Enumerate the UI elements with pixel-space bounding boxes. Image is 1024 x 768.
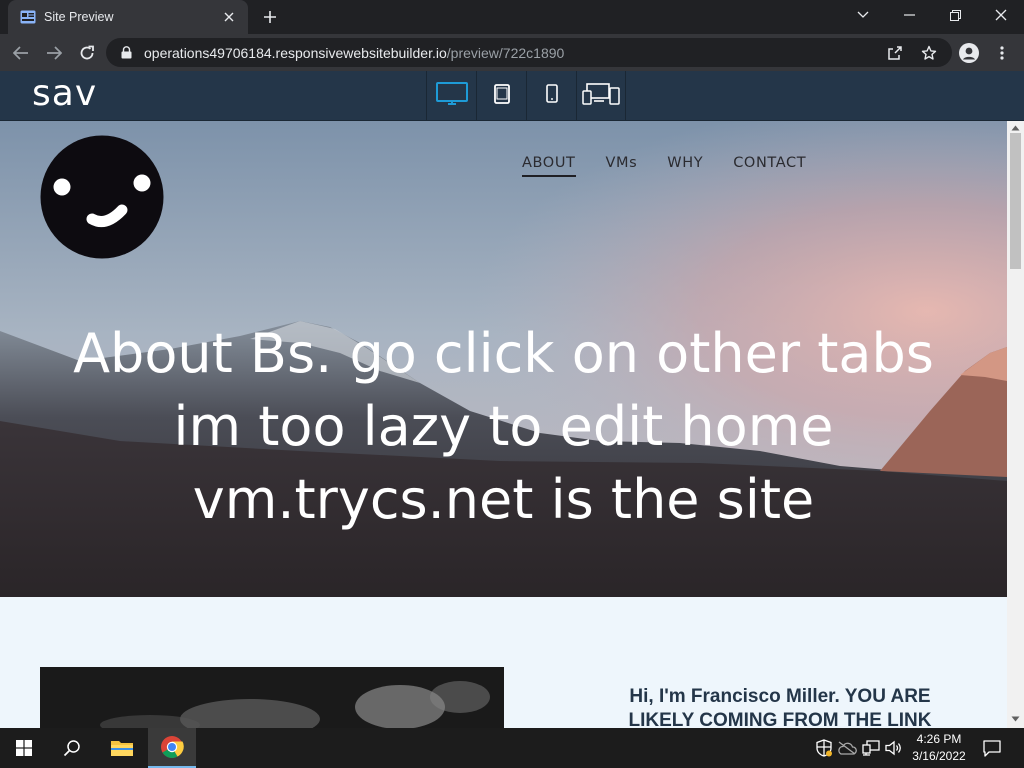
hero-line: About Bs. go click on other tabs <box>73 322 934 385</box>
close-window-icon[interactable] <box>978 0 1024 30</box>
windows-security-icon[interactable] <box>814 738 834 758</box>
scroll-up-arrow-icon[interactable] <box>1011 124 1020 132</box>
site-main-nav: ABOUT VMs WHY CONTACT <box>522 155 836 177</box>
phone-view-button[interactable] <box>526 71 576 121</box>
builder-preview-bar: sav <box>0 71 1024 121</box>
multi-device-icon <box>582 82 620 110</box>
notification-center-icon[interactable] <box>982 738 1002 758</box>
new-tab-plus-icon[interactable] <box>258 6 282 28</box>
clock-date: 3/16/2022 <box>912 749 966 763</box>
about-section: Hi, I'm Francisco Miller. YOU ARE LIKELY… <box>0 597 1007 728</box>
forward-arrow-icon[interactable] <box>41 40 67 66</box>
nav-link-why[interactable]: WHY <box>667 155 703 177</box>
profile-photo <box>40 667 504 728</box>
browser-tab-strip: Site Preview <box>0 0 1024 34</box>
back-arrow-icon[interactable] <box>8 40 34 66</box>
taskbar-clock[interactable]: 4:26 PM 3/16/2022 <box>908 731 970 765</box>
device-switcher <box>426 71 626 121</box>
smiley-logo-icon[interactable] <box>40 135 164 259</box>
reload-icon[interactable] <box>74 40 100 66</box>
site-preview-viewport: ABOUT VMs WHY CONTACT About Bs. go click… <box>0 121 1024 728</box>
scroll-thumb[interactable] <box>1010 133 1021 269</box>
page-scrollbar[interactable] <box>1007 121 1024 728</box>
tab-search-chevron-icon[interactable] <box>840 0 886 30</box>
desktop-icon <box>435 81 468 111</box>
clock-time: 4:26 PM <box>916 732 962 746</box>
file-explorer-icon[interactable] <box>98 728 146 768</box>
chrome-icon[interactable] <box>148 728 196 768</box>
desktop-view-button[interactable] <box>426 71 476 121</box>
nav-link-about[interactable]: ABOUT <box>522 155 576 177</box>
bookmark-star-icon[interactable] <box>920 44 938 62</box>
browser-toolbar: operations49706184.responsivewebsitebuil… <box>0 34 1024 71</box>
windows-start-icon[interactable] <box>0 728 48 768</box>
intro-line: LIKELY COMING FROM THE LINK <box>628 710 932 728</box>
all-devices-view-button[interactable] <box>576 71 626 121</box>
restore-icon[interactable] <box>932 0 978 30</box>
onedrive-offline-icon[interactable] <box>837 738 857 758</box>
url-path: /preview/722c1890 <box>446 44 565 61</box>
chrome-menu-icon[interactable] <box>989 40 1015 66</box>
tablet-view-button[interactable] <box>476 71 526 121</box>
volume-icon[interactable] <box>884 738 904 758</box>
nav-link-contact[interactable]: CONTACT <box>733 155 806 177</box>
site-preview-favicon-icon <box>20 9 36 25</box>
profile-avatar-icon[interactable] <box>956 40 982 66</box>
hero-line: im too lazy to edit home <box>173 395 834 458</box>
scroll-down-arrow-icon[interactable] <box>1011 715 1020 723</box>
hero-line: vm.trycs.net is the site <box>192 468 815 531</box>
address-bar[interactable]: operations49706184.responsivewebsitebuil… <box>106 38 952 67</box>
tab-close-icon[interactable] <box>220 8 238 26</box>
tablet-icon <box>493 83 510 109</box>
tab-title: Site Preview <box>44 10 114 24</box>
search-icon[interactable] <box>48 728 96 768</box>
minimize-icon[interactable] <box>886 0 932 30</box>
builder-logo: sav <box>32 73 98 114</box>
network-icon[interactable] <box>861 738 881 758</box>
intro-line: Hi, I'm Francisco Miller. YOU ARE <box>629 686 931 707</box>
hero-section: ABOUT VMs WHY CONTACT About Bs. go click… <box>0 121 1007 597</box>
phone-icon <box>545 84 558 108</box>
lock-icon[interactable] <box>118 45 134 61</box>
nav-link-vms[interactable]: VMs <box>606 155 638 177</box>
share-icon[interactable] <box>886 44 904 62</box>
windows-taskbar: 4:26 PM 3/16/2022 <box>0 728 1024 768</box>
url-host: operations49706184.responsivewebsitebuil… <box>144 44 447 61</box>
hero-heading: About Bs. go click on other tabs im too … <box>0 317 1007 536</box>
intro-heading: Hi, I'm Francisco Miller. YOU ARE LIKELY… <box>560 685 1000 728</box>
browser-tab[interactable]: Site Preview <box>8 0 248 34</box>
